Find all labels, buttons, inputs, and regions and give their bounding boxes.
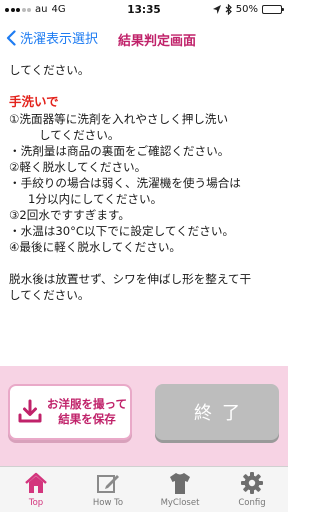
tab-label: Config	[238, 498, 266, 508]
instruction-line: ④最後に軽く脱水してください。	[9, 240, 182, 254]
tab-config[interactable]: Config	[216, 467, 288, 512]
home-icon	[25, 472, 47, 493]
back-button[interactable]: 洗濯表示選択	[6, 28, 98, 47]
tab-mycloset[interactable]: MyCloset	[144, 467, 216, 512]
chevron-left-icon	[6, 29, 16, 46]
gear-icon	[241, 472, 263, 494]
section-title: 手洗いで	[9, 94, 59, 109]
battery-icon	[262, 5, 284, 14]
tab-label: How To	[92, 498, 124, 508]
battery-percent: 50%	[235, 4, 258, 15]
closing-line: してください。	[9, 288, 90, 302]
status-bar: au 4G 13:35 50%	[0, 0, 288, 20]
closing-line: 脱水後は放置せず、シワを伸ばし形を整えて干	[9, 272, 252, 286]
instruction-line: してください。	[39, 128, 120, 142]
tab-label: MyCloset	[160, 498, 200, 508]
download-icon	[18, 399, 42, 423]
save-result-button[interactable]: お洋服を撮って 結果を保存	[8, 384, 132, 440]
instruction-line: 1分以内にしてください。	[28, 192, 163, 206]
instruction-line: ③2回水ですすぎます。	[9, 208, 130, 222]
bluetooth-icon	[225, 4, 232, 15]
tab-top[interactable]: Top	[0, 467, 72, 512]
tab-label: Top	[28, 498, 44, 508]
status-right: 50%	[212, 4, 284, 15]
nav-bar: 洗濯表示選択 結果判定画面	[0, 20, 288, 58]
tshirt-icon	[170, 473, 190, 494]
page-title: 結果判定画面	[118, 34, 197, 49]
intro-tail: してください。	[9, 63, 90, 77]
action-area: お洋服を撮って 結果を保存 終了	[0, 366, 288, 466]
save-result-label: お洋服を撮って 結果を保存	[47, 397, 127, 426]
instruction-line: ①洗面器等に洗剤を入れやさしく押し洗い	[9, 112, 229, 126]
location-icon	[212, 5, 221, 14]
result-content: してください。 手洗いで ①洗面器等に洗剤を入れやさしく押し洗い してください。…	[9, 62, 284, 303]
instruction-line: ・洗剤量は商品の裏面をご確認ください。	[9, 144, 230, 158]
edit-icon	[97, 475, 119, 493]
back-label: 洗濯表示選択	[20, 32, 99, 47]
instruction-line: ②軽く脱水してください。	[9, 160, 147, 174]
instruction-line: ・手絞りの場合は弱く、洗濯機を使う場合は	[9, 176, 241, 190]
end-button[interactable]: 終了	[155, 384, 279, 440]
tab-how-to[interactable]: How To	[72, 467, 144, 512]
tab-bar: Top How To MyCloset Config	[0, 466, 288, 512]
instruction-line: ・水温は30°C以下でに設定してください。	[9, 224, 235, 238]
